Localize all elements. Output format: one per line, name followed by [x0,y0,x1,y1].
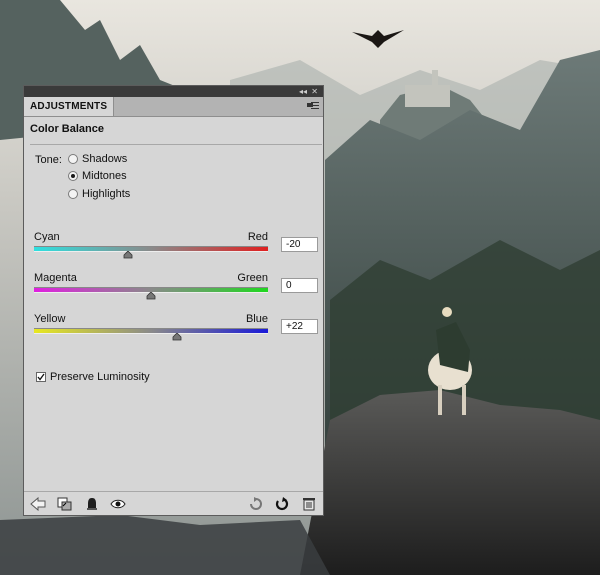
tone-shadows-label: Shadows [82,153,128,165]
back-arrow-icon[interactable] [30,496,46,512]
cyan-red-slider: Cyan Red -20 [34,231,318,261]
preserve-luminosity-checkbox[interactable] [36,372,46,382]
collapse-icon[interactable]: ◂◂ [299,86,307,97]
red-label: Red [247,231,268,243]
radio-midtones[interactable] [68,171,78,181]
adjustments-panel: ◂◂ ✕ ADJUSTMENTS Color Balance Tone: Sha… [23,85,324,516]
tab-adjustments[interactable]: ADJUSTMENTS [24,97,115,116]
tone-midtones-radio[interactable]: Midtones [68,169,127,183]
blue-label: Blue [245,313,268,325]
panel-menu-icon[interactable] [307,101,319,112]
yellow-blue-value[interactable]: +22 [281,319,318,334]
cyan-red-track[interactable] [34,246,268,252]
divider [30,144,322,145]
green-label: Green [237,272,268,284]
tone-highlights-label: Highlights [82,188,131,200]
cyan-red-value[interactable]: -20 [281,237,318,252]
close-icon[interactable]: ✕ [311,86,318,97]
view-previous-icon[interactable] [248,497,264,511]
panel-footer [24,491,323,516]
tone-shadows-radio[interactable]: Shadows [68,152,127,166]
tone-highlights-radio[interactable]: Highlights [68,187,130,201]
adjustment-title: Color Balance [30,123,104,135]
magenta-green-value[interactable]: 0 [281,278,318,293]
preserve-luminosity-option[interactable]: Preserve Luminosity [36,371,150,383]
panel-titlebar[interactable]: ◂◂ ✕ [24,86,323,97]
tone-midtones-label: Midtones [82,170,127,182]
reset-icon[interactable] [274,497,290,511]
yellow-blue-slider: Yellow Blue +22 [34,313,318,343]
magenta-green-slider: Magenta Green 0 [34,272,318,302]
visibility-eye-icon[interactable] [110,497,126,511]
magenta-label: Magenta [34,272,77,284]
yellow-label: Yellow [34,313,66,325]
cyan-label: Cyan [34,231,60,243]
clip-to-layer-icon[interactable] [57,497,73,511]
radio-highlights[interactable] [68,189,78,199]
preserve-luminosity-label: Preserve Luminosity [50,371,150,383]
tone-label: Tone: [35,154,62,166]
yellow-blue-track[interactable] [34,328,268,334]
mask-icon[interactable] [84,497,100,511]
radio-shadows[interactable] [68,154,78,164]
tab-strip: ADJUSTMENTS [24,97,323,117]
trash-icon[interactable] [301,497,317,511]
